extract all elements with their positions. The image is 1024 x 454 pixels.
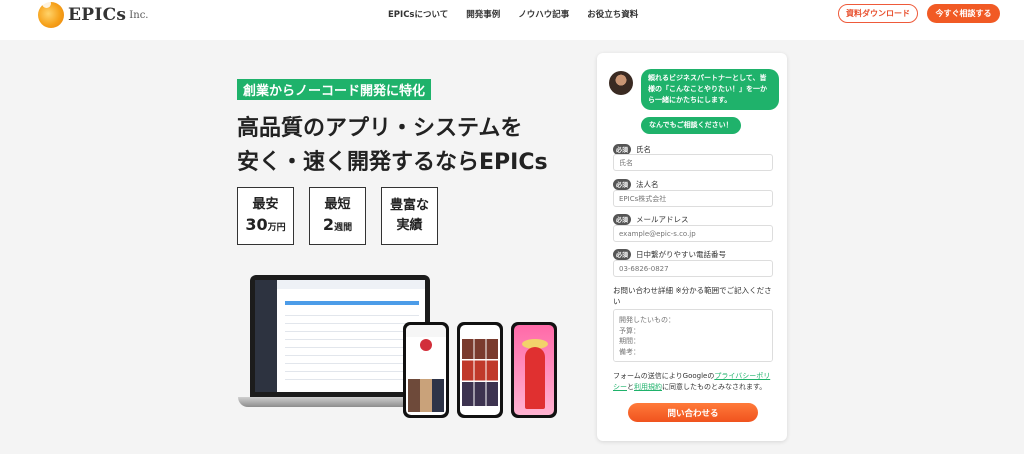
logo-text: EPICs — [68, 5, 127, 25]
detail-label: お問い合わせ詳細 ※分かる範囲でご記入ください — [613, 286, 772, 306]
required-badge: 必須 — [613, 179, 632, 190]
phone-mockup-gallery — [457, 322, 503, 418]
chat-bubble-cta: なんでもご相談ください！ — [641, 117, 741, 134]
company-label: 必須 法人名 — [613, 179, 659, 190]
hero-tag: 創業からノーコード開発に特化 — [237, 79, 432, 100]
detail-textarea[interactable] — [613, 309, 773, 362]
logo-mark-icon — [38, 0, 64, 28]
site-header: EPICs Inc. EPICsについて 開発事例 ノウハウ記事 お役立ち資料 … — [0, 0, 1024, 40]
badge-results: 豊富な 実績 — [381, 187, 438, 245]
hero-badges: 最安 30万円 最短 2週間 豊富な 実績 — [237, 187, 438, 245]
required-badge: 必須 — [613, 214, 632, 225]
consult-button[interactable]: 今すぐ相談する — [927, 4, 1000, 23]
required-badge: 必須 — [613, 249, 632, 260]
nav-cases[interactable]: 開発事例 — [466, 8, 500, 20]
laptop-sidebar — [255, 280, 277, 392]
laptop-table-rows — [285, 308, 419, 386]
phone-avatar — [420, 339, 432, 351]
email-label: 必須 メールアドレス — [613, 214, 689, 225]
badge-price-label: 最安 — [252, 196, 279, 212]
nav-resources[interactable]: お役立ち資料 — [587, 8, 638, 20]
phone-mockup-profile — [403, 322, 449, 418]
badge-speed-value: 2週間 — [322, 214, 353, 234]
logo-sub: Inc. — [129, 9, 149, 21]
nav-about[interactable]: EPICsについて — [388, 8, 448, 20]
headline-line2: 安く・速く開発するならEPICs — [237, 150, 548, 175]
badge-speed: 最短 2週間 — [309, 187, 366, 245]
consent-text: フォームの送信によりGoogleのプライバシーポリシーと利用規約に同意したものと… — [613, 372, 771, 391]
phone-label: 必須 日中繋がりやすい電話番号 — [613, 249, 726, 260]
name-input[interactable] — [613, 154, 773, 171]
badge-speed-label: 最短 — [324, 196, 351, 212]
laptop-table-header — [285, 301, 419, 305]
hero-headline: 高品質のアプリ・システムを 安く・速く開発するならEPICs — [237, 112, 548, 180]
terms-link[interactable]: 利用規約 — [634, 383, 662, 391]
headline-line1: 高品質のアプリ・システムを — [237, 116, 523, 141]
phone-person — [525, 347, 545, 409]
logo[interactable]: EPICs Inc. — [38, 0, 149, 28]
company-input[interactable] — [613, 190, 773, 207]
badge-results-line2: 実績 — [396, 218, 423, 233]
phone-gallery-grid — [462, 339, 498, 406]
laptop-screen — [255, 280, 425, 392]
laptop-topbar — [277, 280, 425, 289]
submit-button[interactable]: 問い合わせる — [628, 403, 758, 422]
contact-form-card: 頼れるビジネスパートナーとして、皆様の「こんなことやりたい！」を一から一緒にかた… — [597, 53, 787, 441]
badge-price-value: 30万円 — [245, 214, 286, 234]
email-input[interactable] — [613, 225, 773, 242]
badge-price: 最安 30万円 — [237, 187, 294, 245]
nav-articles[interactable]: ノウハウ記事 — [518, 8, 569, 20]
staff-avatar — [609, 71, 633, 95]
download-button[interactable]: 資料ダウンロード — [838, 4, 918, 23]
phone-photo-grid — [408, 379, 444, 412]
badge-results-line1: 豊富な — [389, 198, 429, 213]
main-nav: EPICsについて 開発事例 ノウハウ記事 お役立ち資料 — [388, 8, 638, 20]
phone-input[interactable] — [613, 260, 773, 277]
phone-mockup-video — [511, 322, 557, 418]
chat-bubble-intro: 頼れるビジネスパートナーとして、皆様の「こんなことやりたい！」を一から一緒にかた… — [641, 69, 779, 110]
